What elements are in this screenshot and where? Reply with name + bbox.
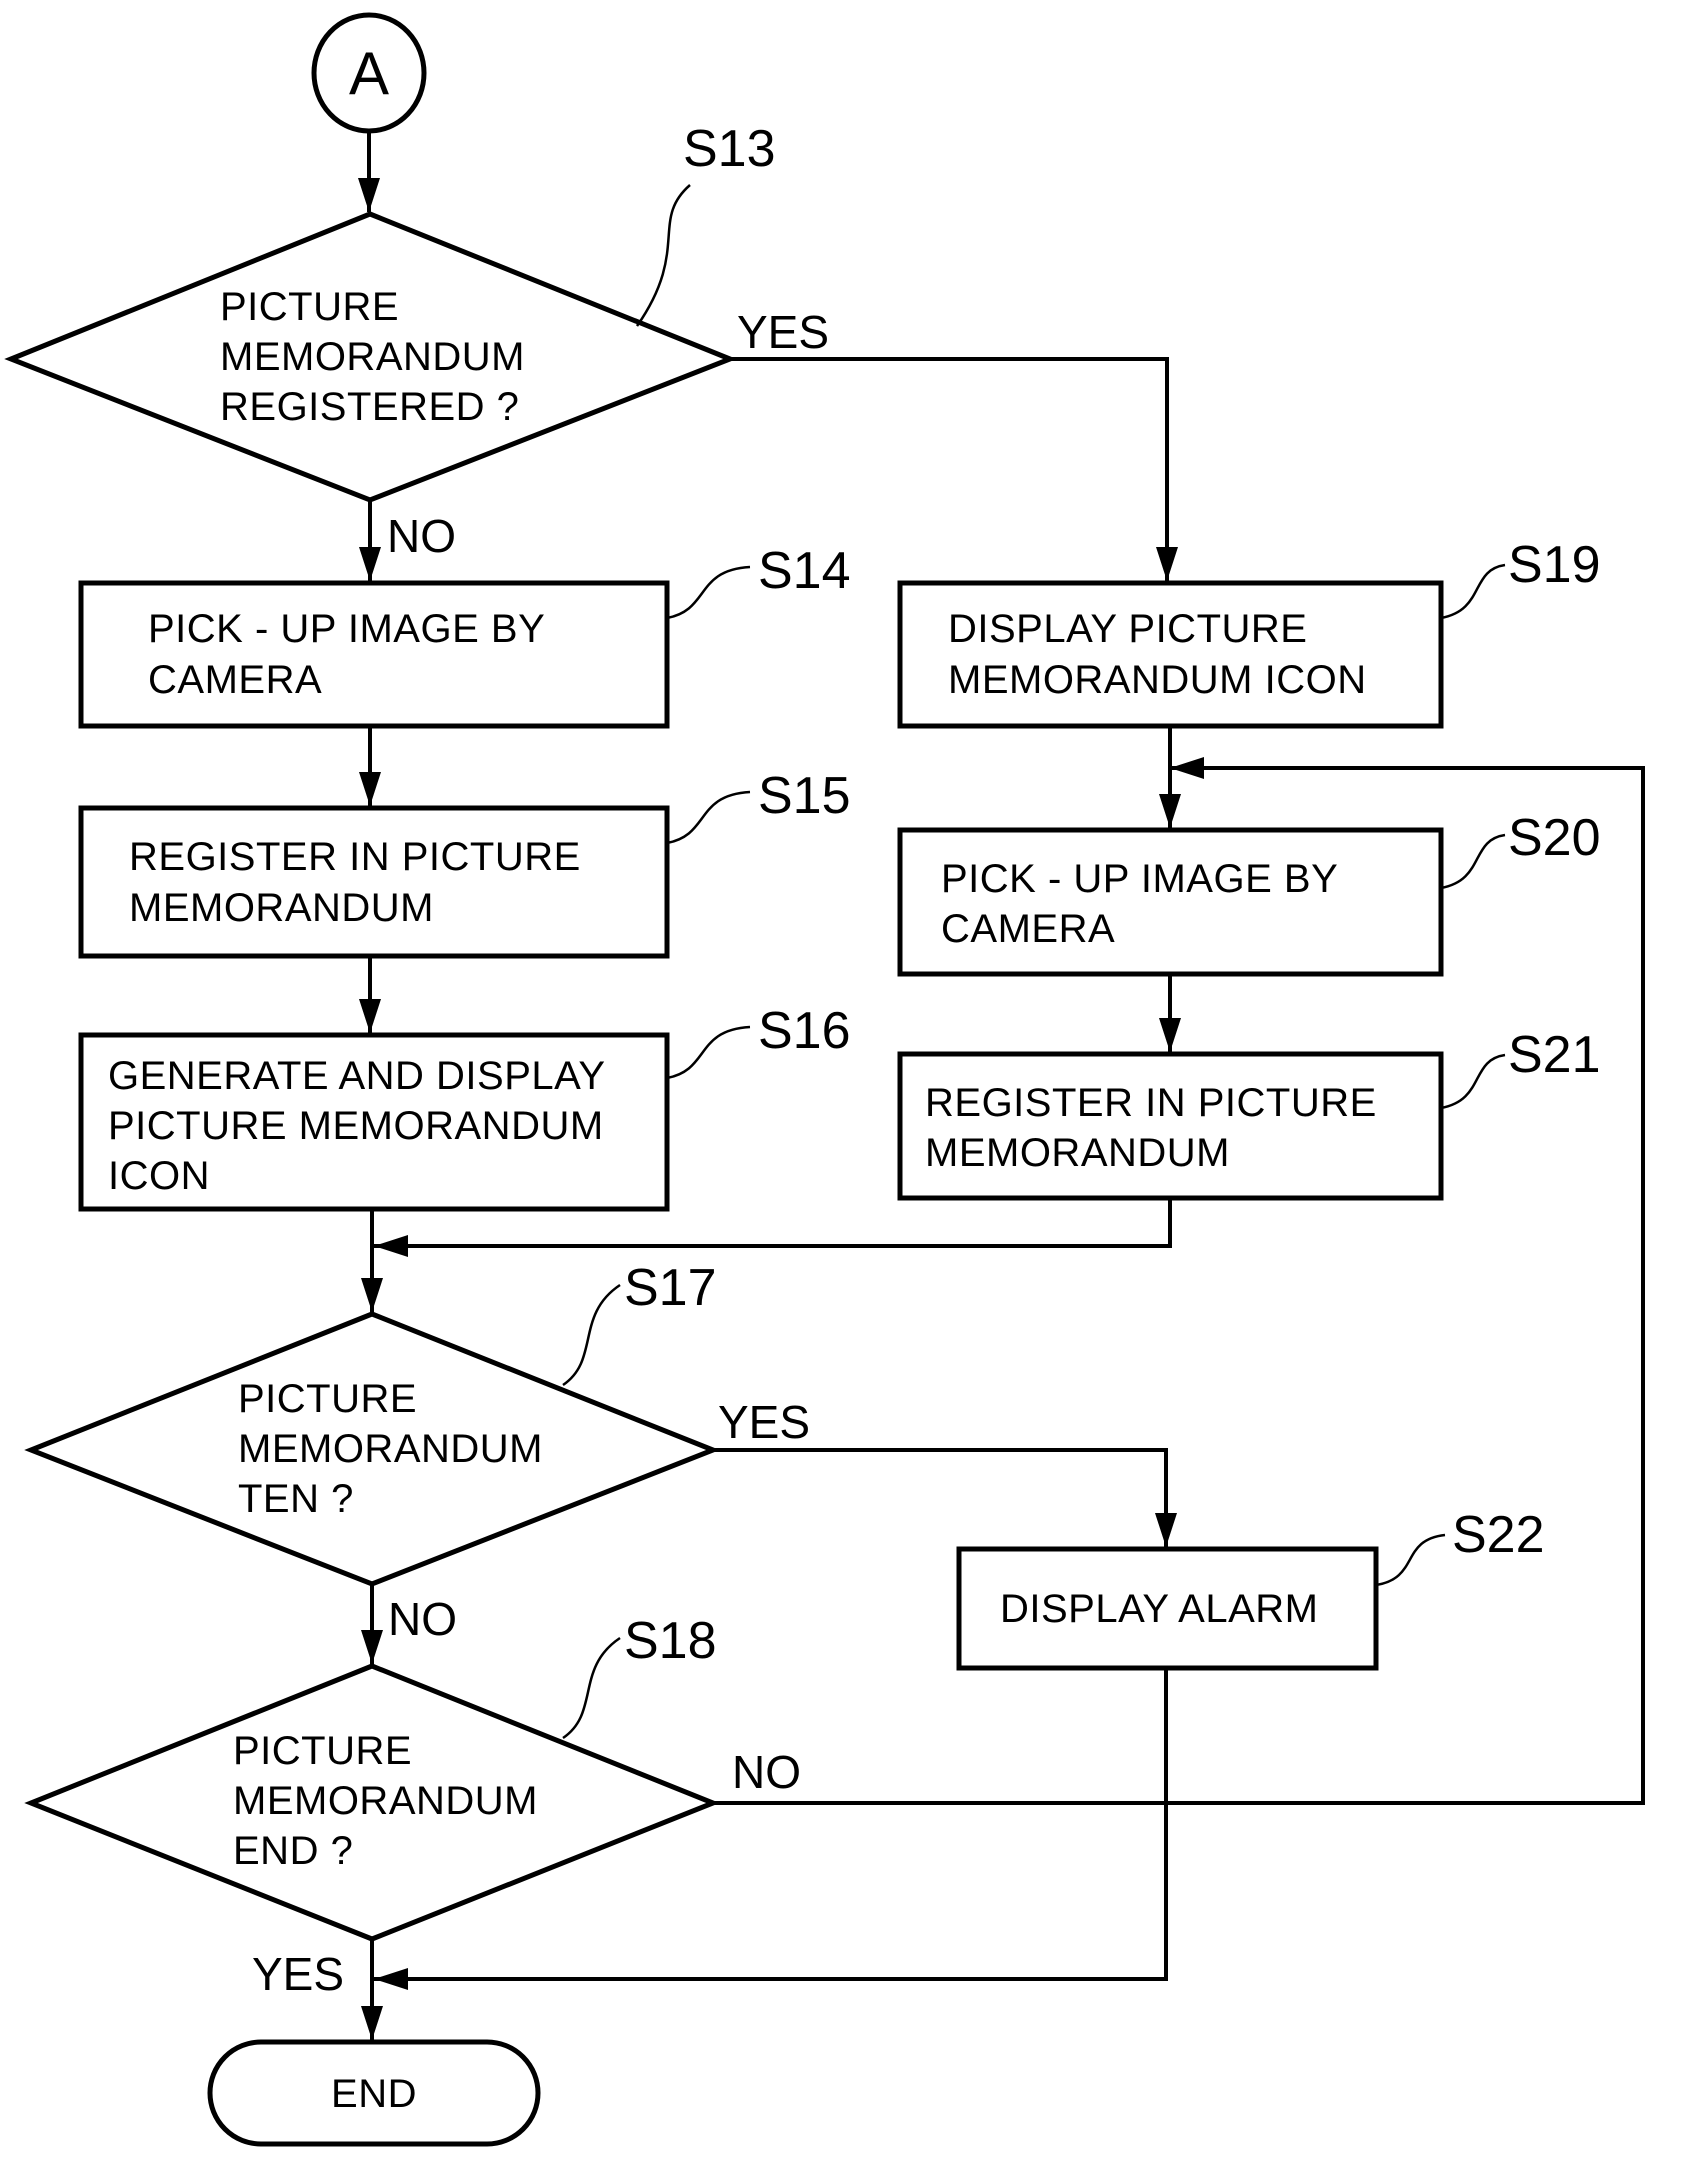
s18-line-3: END ?: [233, 1829, 353, 1873]
s15-line-1: REGISTER IN PICTURE: [129, 835, 581, 879]
connector-a-label: A: [349, 40, 389, 107]
s14-leader: [666, 565, 751, 620]
s17-yes-label: YES: [718, 1396, 810, 1448]
s14-line-2: CAMERA: [148, 658, 322, 702]
s17-line-2: MEMORANDUM: [238, 1427, 543, 1471]
s19-id: S19: [1508, 536, 1601, 594]
s15-id: S15: [758, 767, 851, 825]
flowchart: A PICTURE MEMORANDUM REGISTERED ? S13 YE…: [4, 12, 1645, 2147]
arrowhead-merge-s17: [374, 1235, 408, 1257]
s13-no-label: NO: [387, 510, 456, 562]
s14-id: S14: [758, 542, 851, 600]
s18-id: S18: [624, 1612, 717, 1670]
process-s20: [897, 827, 1444, 977]
s18-line-1: PICTURE: [233, 1729, 412, 1773]
s20-id: S20: [1508, 809, 1601, 867]
arrow-s17-yes-to-s22: [713, 1448, 1177, 1547]
s18-line-2: MEMORANDUM: [233, 1779, 538, 1823]
s13-line-2: MEMORANDUM: [220, 335, 525, 379]
s16-line-3: ICON: [108, 1154, 210, 1198]
s21-line-2: MEMORANDUM: [925, 1131, 1230, 1175]
arrowhead-loop-s20: [1170, 757, 1204, 779]
s17-id: S17: [624, 1259, 717, 1317]
process-s19: [897, 580, 1444, 729]
s20-leader: [1440, 833, 1506, 890]
s13-leader: [635, 184, 691, 327]
process-s21: [897, 1051, 1444, 1201]
s20-line-1: PICK - UP IMAGE BY: [941, 857, 1338, 901]
s16-line-2: PICTURE MEMORANDUM: [108, 1104, 604, 1148]
s20-line-2: CAMERA: [941, 907, 1115, 951]
s13-id: S13: [683, 120, 776, 178]
s16-id: S16: [758, 1002, 851, 1060]
s19-leader: [1440, 563, 1506, 620]
s13-line-3: REGISTERED ?: [220, 385, 519, 429]
s17-line-3: TEN ?: [238, 1477, 354, 1521]
s16-line-1: GENERATE AND DISPLAY: [108, 1054, 606, 1098]
s21-leader: [1440, 1053, 1506, 1110]
s13-line-1: PICTURE: [220, 285, 399, 329]
s19-line-1: DISPLAY PICTURE: [948, 607, 1307, 651]
s22-id: S22: [1452, 1506, 1545, 1564]
s17-leader: [562, 1283, 621, 1387]
s14-line-1: PICK - UP IMAGE BY: [148, 607, 545, 651]
s17-no-label: NO: [388, 1593, 457, 1645]
s22-line-1: DISPLAY ALARM: [1000, 1587, 1319, 1631]
s21-id: S21: [1508, 1026, 1601, 1084]
s18-yes-label: YES: [252, 1948, 344, 2000]
s15-leader: [666, 790, 751, 845]
process-s14: [78, 580, 670, 729]
s18-no-label: NO: [732, 1746, 801, 1798]
process-s15: [78, 805, 670, 959]
s22-leader: [1375, 1533, 1446, 1587]
s13-yes-label: YES: [737, 306, 829, 358]
s21-line-1: REGISTER IN PICTURE: [925, 1081, 1377, 1125]
s16-leader: [666, 1025, 751, 1080]
terminal-end-label: END: [331, 2072, 417, 2116]
arrowhead-merge-end: [374, 1968, 408, 1990]
s15-line-2: MEMORANDUM: [129, 886, 434, 930]
s17-line-1: PICTURE: [238, 1377, 417, 1421]
s18-leader: [562, 1636, 621, 1740]
s19-line-2: MEMORANDUM ICON: [948, 658, 1367, 702]
